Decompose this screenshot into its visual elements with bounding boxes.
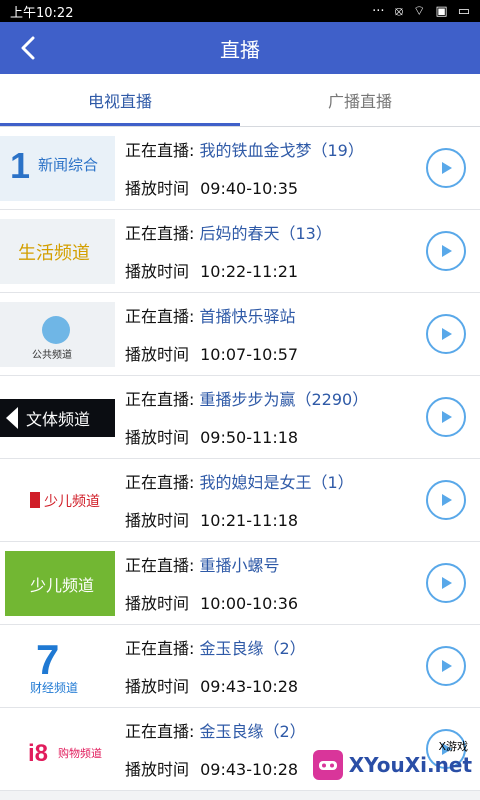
play-button[interactable]: [426, 314, 466, 354]
play-icon: [442, 494, 452, 506]
channel-info: 正在直播: 金玉良缘（2） 播放时间 09:43-10:28: [115, 635, 426, 697]
time-label: 播放时间: [125, 760, 190, 779]
status-bar: 上午10:22 ··· ⦻ ⌔ ▣ ▭: [0, 0, 480, 22]
play-time: 10:21-11:18: [200, 511, 299, 530]
channel-info: 正在直播: 重播步步为赢（2290） 播放时间 09:50-11:18: [115, 386, 426, 448]
channel-row[interactable]: 1 新闻综合 正在直播: 我的铁血金戈梦（19） 播放时间 09:40-10:3…: [0, 127, 480, 210]
live-label: 正在直播:: [125, 556, 195, 575]
tab-radio-live[interactable]: 广播直播: [240, 74, 480, 126]
play-icon: [442, 660, 452, 672]
status-icons: ··· ⦻ ⌔ ▣ ▭: [372, 5, 470, 18]
silent-icon: ⦻: [394, 3, 404, 19]
program-name: 首播快乐驿站: [199, 307, 296, 326]
live-label: 正在直播:: [125, 307, 195, 326]
channel-info: 正在直播: 我的媳妇是女王（1） 播放时间 10:21-11:18: [115, 469, 426, 531]
time-label: 播放时间: [125, 594, 190, 613]
time-label: 播放时间: [125, 511, 190, 530]
svg-text:i8: i8: [28, 740, 48, 767]
channel-row[interactable]: 少儿频道 正在直播: 我的媳妇是女王（1） 播放时间 10:21-11:18: [0, 459, 480, 542]
svg-text:少儿频道: 少儿频道: [44, 494, 100, 510]
play-time: 09:43-10:28: [200, 760, 299, 779]
channel-row[interactable]: 7 财经频道 正在直播: 金玉良缘（2） 播放时间 09:43-10:28: [0, 625, 480, 708]
time-label: 播放时间: [125, 345, 190, 364]
live-label: 正在直播:: [125, 224, 195, 243]
channel-info: 正在直播: 后妈的春天（13） 播放时间 10:22-11:21: [115, 220, 426, 282]
play-button[interactable]: [426, 231, 466, 271]
live-label: 正在直播:: [125, 473, 195, 492]
program-name: 我的铁血金戈梦（19）: [199, 141, 364, 160]
tab-tv-live[interactable]: 电视直播: [0, 74, 240, 126]
channel-list: 1 新闻综合 正在直播: 我的铁血金戈梦（19） 播放时间 09:40-10:3…: [0, 127, 480, 791]
chevron-left-icon: [21, 36, 35, 60]
page-title: 直播: [220, 37, 260, 62]
play-button[interactable]: [426, 646, 466, 686]
watermark: X游戏 XYouXi.net: [300, 730, 480, 800]
svg-text:文体频道: 文体频道: [26, 410, 90, 429]
play-button[interactable]: [426, 397, 466, 437]
live-label: 正在直播:: [125, 722, 195, 741]
play-time: 10:00-10:36: [200, 594, 299, 613]
tabs: 电视直播 广播直播: [0, 74, 480, 126]
play-time: 10:22-11:21: [200, 262, 299, 281]
svg-text:财经频道: 财经频道: [30, 681, 78, 695]
status-time: 上午10:22: [10, 5, 74, 21]
program-name: 重播小螺号: [199, 556, 280, 575]
time-label: 播放时间: [125, 428, 190, 447]
channel-info: 正在直播: 我的铁血金戈梦（19） 播放时间 09:40-10:35: [115, 137, 426, 199]
play-time: 09:43-10:28: [200, 677, 299, 696]
live-label: 正在直播:: [125, 639, 195, 658]
time-label: 播放时间: [125, 179, 190, 198]
play-time: 09:40-10:35: [200, 179, 299, 198]
program-name: 重播步步为赢（2290）: [199, 390, 369, 409]
channel-logo: i8 购物频道: [0, 716, 115, 782]
play-time: 09:50-11:18: [200, 428, 299, 447]
signal-dots-icon: ···: [372, 3, 385, 19]
play-icon: [442, 411, 452, 423]
program-name: 金玉良缘（2）: [199, 722, 306, 741]
play-time: 10:07-10:57: [200, 345, 299, 364]
program-name: 金玉良缘（2）: [199, 639, 306, 658]
channel-row[interactable]: 文体频道 正在直播: 重播步步为赢（2290） 播放时间 09:50-11:18: [0, 376, 480, 459]
channel-info: 正在直播: 首播快乐驿站 播放时间 10:07-10:57: [115, 303, 426, 365]
svg-text:生活频道: 生活频道: [18, 243, 90, 264]
svg-text:购物频道: 购物频道: [58, 746, 102, 760]
play-icon: [442, 328, 452, 340]
play-icon: [442, 162, 452, 174]
svg-text:新闻综合: 新闻综合: [38, 156, 98, 174]
play-button[interactable]: [426, 148, 466, 188]
channel-logo: 公共频道: [0, 301, 115, 367]
svg-text:1: 1: [10, 145, 30, 186]
time-label: 播放时间: [125, 677, 190, 696]
watermark-main: XYouXi.net: [348, 753, 472, 777]
battery-icon: ▭: [457, 3, 470, 19]
back-button[interactable]: [14, 22, 42, 74]
play-icon: [442, 577, 452, 589]
program-name: 我的媳妇是女王（1）: [199, 473, 354, 492]
channel-logo: 7 财经频道: [0, 633, 115, 699]
channel-row[interactable]: 生活频道 正在直播: 后妈的春天（13） 播放时间 10:22-11:21: [0, 210, 480, 293]
svg-text:公共频道: 公共频道: [32, 348, 72, 361]
channel-info: 正在直播: 重播小螺号 播放时间 10:00-10:36: [115, 552, 426, 614]
sim-icon: ▣: [435, 3, 448, 19]
time-label: 播放时间: [125, 262, 190, 281]
channel-logo: 生活频道: [0, 218, 115, 284]
program-name: 后妈的春天（13）: [199, 224, 332, 243]
svg-text:少儿频道: 少儿频道: [30, 576, 94, 595]
watermark-top: X游戏: [438, 740, 468, 753]
channel-row[interactable]: 少儿频道 正在直播: 重播小螺号 播放时间 10:00-10:36: [0, 542, 480, 625]
live-label: 正在直播:: [125, 141, 195, 160]
live-label: 正在直播:: [125, 390, 195, 409]
gamepad-icon: [312, 750, 343, 780]
play-icon: [442, 245, 452, 257]
channel-logo: 少儿频道: [0, 550, 115, 616]
channel-logo: 文体频道: [0, 385, 115, 450]
play-button[interactable]: [426, 563, 466, 603]
wifi-icon: ⌔: [413, 3, 426, 19]
channel-row[interactable]: 公共频道 正在直播: 首播快乐驿站 播放时间 10:07-10:57: [0, 293, 480, 376]
channel-logo: 少儿频道: [0, 467, 115, 533]
app-bar: 直播: [0, 22, 480, 74]
play-button[interactable]: [426, 480, 466, 520]
channel-logo: 1 新闻综合: [0, 135, 115, 201]
svg-text:7: 7: [36, 636, 59, 683]
